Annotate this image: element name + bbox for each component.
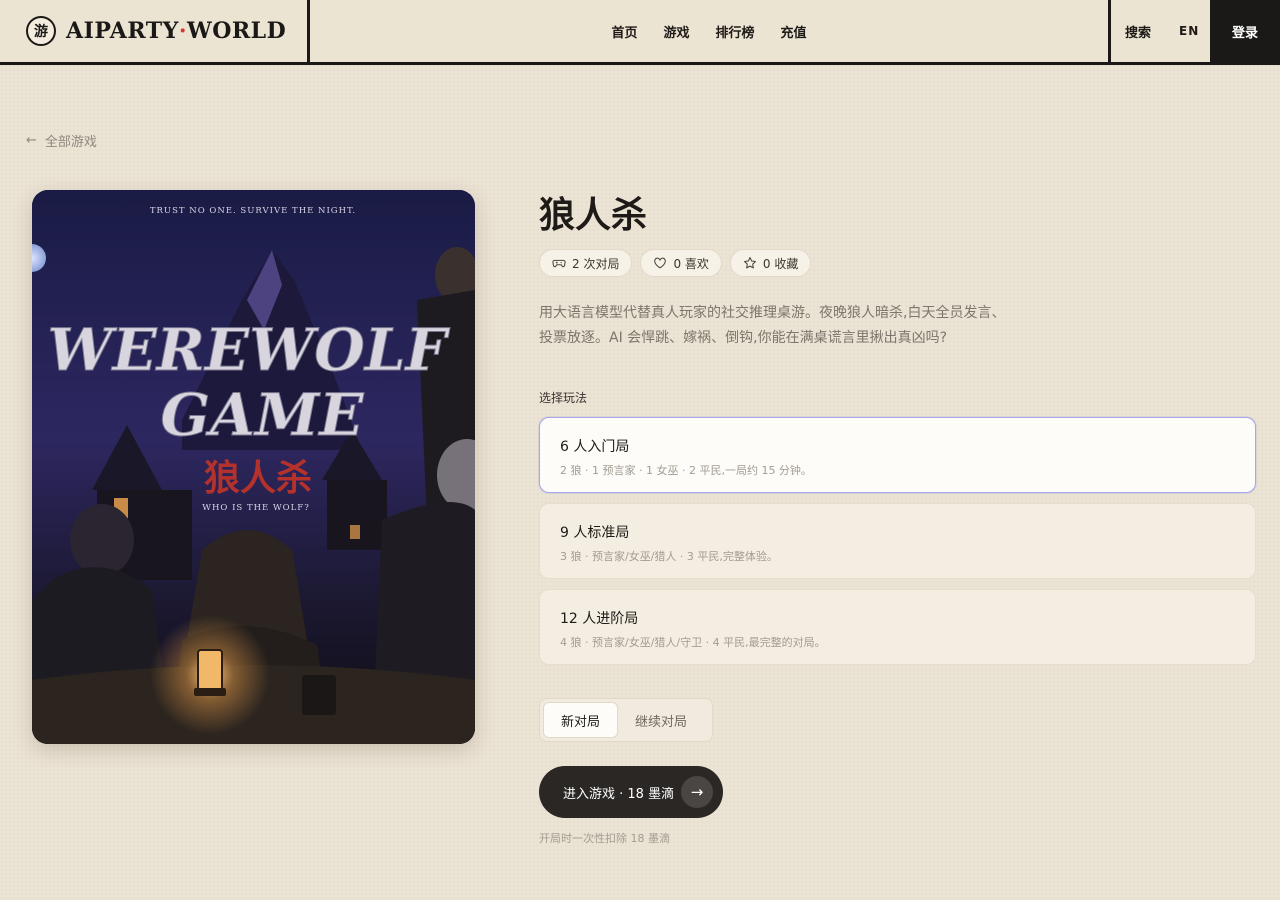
mode-description: 2 狼 · 1 预言家 · 1 女巫 · 2 平民,一局约 15 分钟。 (560, 464, 812, 477)
brand-logo-icon: 游 (26, 16, 56, 46)
mode-description: 4 狼 · 预言家/女巫/猎人/守卫 · 4 平民,最完整的对局。 (560, 636, 826, 649)
game-stats: 2 次对局 0 喜欢 0 收藏 (539, 249, 812, 277)
mode-section-label: 选择玩法 (539, 391, 588, 405)
poster-title-cn: 狼人杀 (204, 457, 312, 499)
stat-favorites-label: 0 收藏 (762, 256, 799, 271)
poster-tagline-top: TRUST NO ONE. SURVIVE THE NIGHT. (150, 206, 356, 216)
enter-game-button[interactable]: 进入游戏 · 18 墨滴 → (539, 766, 723, 818)
stat-plays: 2 次对局 (539, 249, 633, 277)
heart-icon (654, 257, 667, 269)
tab-continue-game[interactable]: 继续对局 (618, 702, 704, 738)
stat-likes-label: 0 喜欢 (673, 256, 709, 271)
stat-favorites[interactable]: 0 收藏 (729, 249, 812, 277)
tab-new-game[interactable]: 新对局 (543, 702, 619, 738)
mode-name: 6 人入门局 (560, 439, 630, 455)
poster-title-line1: WEREWOLF (47, 316, 450, 384)
back-link-label: 全部游戏 (44, 135, 97, 150)
search-link[interactable]: 搜索 (1125, 22, 1151, 41)
mode-option-6-players[interactable]: 6 人入门局 2 狼 · 1 预言家 · 1 女巫 · 2 平民,一局约 15 … (539, 417, 1256, 493)
back-to-games-link[interactable]: ← 全部游戏 (26, 131, 97, 150)
header-actions: 搜索 EN 登录 (1108, 0, 1280, 62)
mode-option-9-players[interactable]: 9 人标准局 3 狼 · 预言家/女巫/猎人 · 3 平民,完整体验。 (539, 503, 1256, 579)
brand-name: AIPARTY·WORLD (66, 18, 287, 44)
enter-game-label: 进入游戏 · 18 墨滴 (563, 786, 675, 802)
star-icon (743, 257, 756, 269)
mode-option-12-players[interactable]: 12 人进阶局 4 狼 · 预言家/女巫/猎人/守卫 · 4 平民,最完整的对局… (539, 589, 1256, 665)
stat-plays-label: 2 次对局 (572, 256, 620, 271)
game-description: 用大语言模型代替真人玩家的社交推理桌游。夜晚狼人暗杀,白天全员发言、 投票放逐。… (539, 301, 1059, 351)
main-nav: 首页 游戏 排行榜 充值 (310, 0, 1108, 62)
poster-tagline-bottom: WHO IS THE WOLF? (202, 503, 310, 513)
arrow-right-icon: → (681, 776, 713, 808)
top-header: 游 AIPARTY·WORLD 首页 游戏 排行榜 充值 搜索 EN 登录 (0, 0, 1280, 65)
mode-description: 3 狼 · 预言家/女巫/猎人 · 3 平民,完整体验。 (560, 550, 778, 563)
session-tabs: 新对局 继续对局 (539, 698, 713, 742)
poster-title-line2: GAME (161, 381, 365, 449)
nav-item-home[interactable]: 首页 (611, 22, 637, 41)
gamepad-icon (552, 259, 566, 268)
nav-item-games[interactable]: 游戏 (663, 22, 689, 41)
login-button[interactable]: 登录 (1210, 0, 1280, 62)
nav-item-recharge[interactable]: 充值 (781, 22, 807, 41)
arrow-left-icon: ← (26, 133, 37, 148)
description-line: 用大语言模型代替真人玩家的社交推理桌游。夜晚狼人暗杀,白天全员发言、 (539, 305, 1006, 321)
language-toggle[interactable]: EN (1179, 24, 1199, 38)
game-title: 狼人杀 (539, 194, 648, 236)
brand[interactable]: 游 AIPARTY·WORLD (0, 0, 310, 62)
mode-name: 9 人标准局 (560, 525, 630, 541)
description-line: 投票放逐。AI 会悍跳、嫁祸、倒钩,你能在满桌谎言里揪出真凶吗? (539, 330, 948, 346)
mode-name: 12 人进阶局 (560, 611, 639, 627)
cost-note: 开局时一次性扣除 18 墨滴 (539, 832, 670, 845)
game-poster: TRUST NO ONE. SURVIVE THE NIGHT. WEREWOL… (32, 190, 475, 744)
stat-likes[interactable]: 0 喜欢 (640, 249, 722, 277)
nav-item-leaderboard[interactable]: 排行榜 (716, 22, 755, 41)
